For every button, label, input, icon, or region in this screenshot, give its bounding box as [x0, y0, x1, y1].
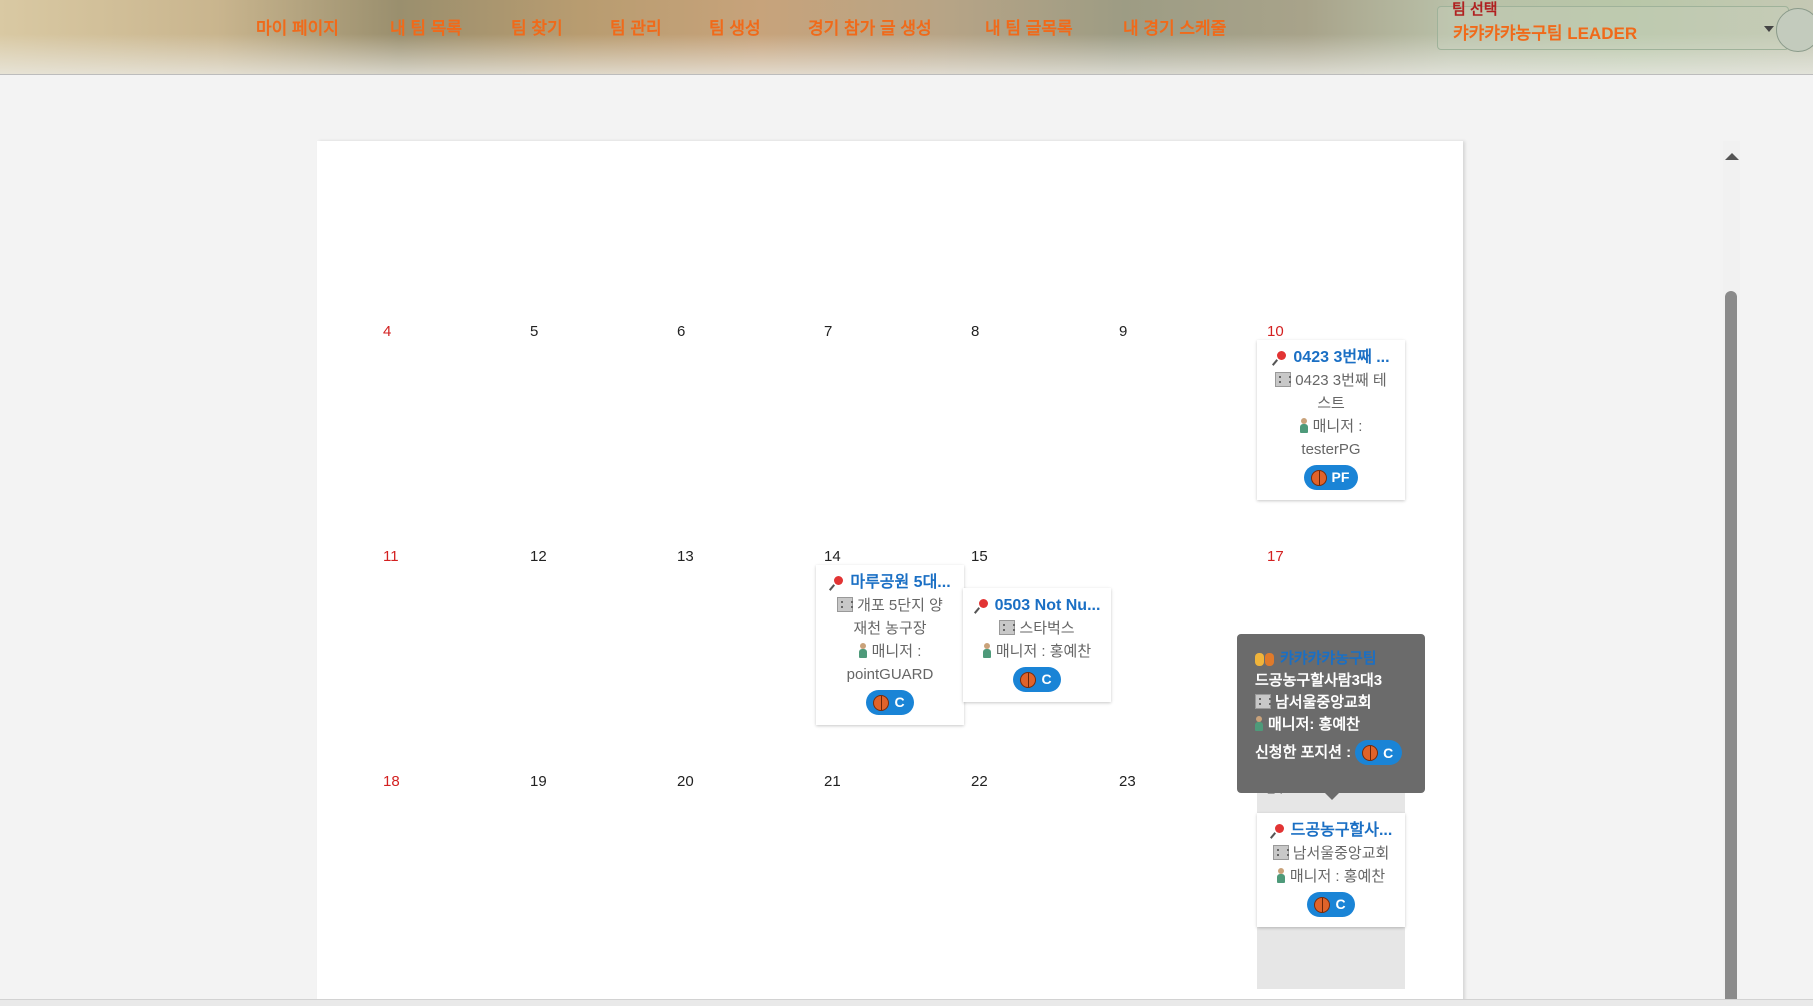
avatar[interactable] [1776, 8, 1813, 52]
pin-icon [1272, 350, 1288, 366]
event-location: 0423 3번째 테 [1295, 372, 1387, 389]
event-location: 남서울중앙교회 [1292, 845, 1390, 862]
tooltip-team-name: 캬캬캬캬농구팀 [1280, 650, 1377, 667]
person-icon [982, 643, 991, 658]
event-card[interactable]: 0503 Not Nu... 스타벅스 매니저 : 홍예찬 C [963, 588, 1111, 702]
event-manager-name: testerPG [1301, 441, 1361, 458]
day-number: 19 [530, 773, 547, 790]
team-select-value: 캬캬캬캬농구팀 LEADER [1453, 24, 1638, 43]
nav-my-page[interactable]: 마이 페이지 [256, 14, 339, 39]
event-manager-name: pointGUARD [846, 666, 934, 683]
day-number: 6 [677, 323, 686, 340]
position-chip: PF [1303, 465, 1359, 490]
day-number: 17 [1267, 548, 1284, 565]
day-number: 22 [971, 773, 988, 790]
tooltip-position-label: 신청한 포지션 : [1255, 743, 1352, 761]
event-manager: 매니저 : [871, 643, 922, 660]
day-number: 10 [1267, 323, 1284, 340]
position-chip: C [1355, 740, 1403, 765]
event-title[interactable]: 마루공원 5대... [850, 571, 950, 594]
tooltip-title: 드공농구할사람3대3 [1255, 672, 1383, 689]
scroll-up-arrow-icon[interactable] [1723, 149, 1740, 163]
day-number: 13 [677, 548, 694, 565]
day-number: 20 [677, 773, 694, 790]
event-manager: 매니저 : [1312, 418, 1363, 435]
day-number: 8 [971, 323, 980, 340]
pin-icon [829, 575, 845, 591]
tooltip-manager: 매니저: 홍예찬 [1268, 716, 1360, 733]
event-title[interactable]: 0423 3번째 ... [1293, 346, 1389, 369]
day-number: 15 [971, 548, 988, 565]
basketball-icon [1020, 671, 1037, 688]
day-number: 7 [824, 323, 833, 340]
event-location: 스타벅스 [1019, 620, 1075, 637]
event-card[interactable]: 드공농구할사... 남서울중앙교회 매니저 : 홍예찬 C [1257, 813, 1405, 927]
event-tooltip: 캬캬캬캬농구팀 드공농구할사람3대3 남서울중앙교회 매니저: 홍예찬 신청한 … [1237, 634, 1425, 800]
day-number: 23 [1119, 773, 1136, 790]
day-number: 9 [1119, 323, 1128, 340]
scrollbar-thumb[interactable] [1725, 291, 1737, 1006]
basketball-icon [1362, 744, 1379, 761]
day-number: 21 [824, 773, 841, 790]
event-location-cont: 스트 [1317, 395, 1345, 412]
event-location: 개포 5단지 양 [857, 597, 943, 614]
event-title[interactable]: 드공농구할사... [1291, 819, 1393, 842]
team-select-dropdown[interactable]: 팀 선택 캬캬캬캬농구팀 LEADER [1437, 1, 1789, 50]
horizontal-scrollbar[interactable] [0, 999, 1813, 1006]
tooltip-location: 남서울중앙교회 [1275, 694, 1372, 711]
basketball-icon [1314, 896, 1331, 913]
day-number: 4 [383, 323, 392, 340]
event-location-cont: 재천 농구장 [853, 620, 927, 637]
nav-create-team[interactable]: 팀 생성 [709, 14, 761, 39]
building-icon [837, 597, 854, 612]
nav-create-game-post[interactable]: 경기 참가 글 생성 [808, 14, 932, 39]
day-number: 5 [530, 323, 539, 340]
basketball-icon [873, 694, 890, 711]
pin-icon [974, 598, 990, 614]
day-number: 12 [530, 548, 547, 565]
building-icon [1255, 694, 1271, 709]
day-number: 14 [824, 548, 841, 565]
building-icon [999, 620, 1016, 635]
building-icon [1272, 845, 1289, 860]
person-icon [858, 643, 867, 658]
dropdown-arrow-icon [1764, 26, 1774, 32]
nav-find-team[interactable]: 팀 찾기 [511, 14, 563, 39]
nav-my-team-list[interactable]: 내 팀 목록 [390, 14, 462, 39]
day-number: 11 [383, 548, 399, 565]
position-chip: C [866, 690, 914, 715]
nav-my-team-posts[interactable]: 내 팀 글목록 [985, 14, 1073, 39]
pin-icon [1270, 823, 1286, 839]
position-chip: C [1013, 667, 1061, 692]
building-icon [1275, 372, 1292, 387]
event-manager: 매니저 : 홍예찬 [1289, 868, 1386, 885]
people-icon [1255, 651, 1277, 667]
position-chip: C [1307, 892, 1355, 917]
person-icon [1276, 868, 1285, 883]
day-number: 18 [383, 773, 400, 790]
event-manager: 매니저 : 홍예찬 [995, 643, 1092, 660]
event-card[interactable]: 0423 3번째 ... 0423 3번째 테 스트 매니저 : testerP… [1257, 340, 1405, 500]
top-navigation-bar: 마이 페이지 내 팀 목록 팀 찾기 팀 관리 팀 생성 경기 참가 글 생성 … [0, 0, 1813, 75]
event-title[interactable]: 0503 Not Nu... [995, 594, 1101, 617]
event-card[interactable]: 마루공원 5대... 개포 5단지 양 재천 농구장 매니저 : pointGU… [816, 565, 964, 725]
person-icon [1299, 418, 1308, 433]
nav-my-game-schedule[interactable]: 내 경기 스케줄 [1123, 14, 1226, 39]
nav-team-manage[interactable]: 팀 관리 [610, 14, 662, 39]
team-select-label: 팀 선택 [1452, 1, 1498, 18]
person-icon [1255, 716, 1263, 731]
basketball-icon [1310, 469, 1327, 486]
